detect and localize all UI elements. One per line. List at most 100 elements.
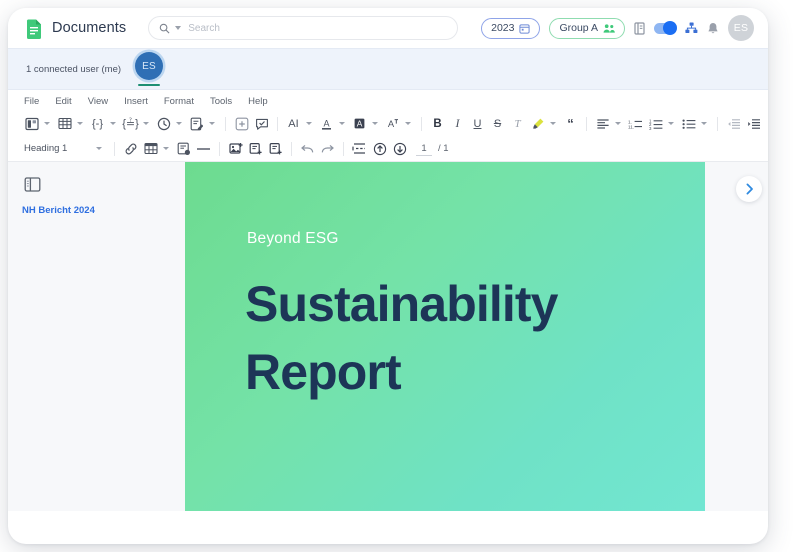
- chevron-down-icon[interactable]: [668, 122, 674, 125]
- year-filter-label: 2023: [491, 22, 514, 34]
- connected-users-label: 1 connected user (me): [26, 64, 121, 75]
- bell-icon[interactable]: [707, 22, 719, 35]
- book-icon[interactable]: [634, 22, 645, 35]
- chevron-down-icon[interactable]: [405, 122, 411, 125]
- page-settings-icon[interactable]: [174, 138, 193, 159]
- top-bar: Documents 2023: [8, 8, 768, 48]
- caret-down-icon[interactable]: [175, 26, 181, 30]
- toolbar-separator: [421, 117, 422, 131]
- blockquote-icon[interactable]: “: [561, 113, 580, 134]
- italic-label: I: [456, 116, 460, 131]
- italic-icon[interactable]: I: [448, 113, 467, 134]
- year-filter-pill[interactable]: 2023: [481, 18, 540, 39]
- cover-title-line-1: Sustainability: [245, 270, 557, 338]
- paragraph-style-value: Heading 1: [24, 143, 67, 154]
- connected-user-avatar[interactable]: ES: [135, 52, 163, 86]
- underline-icon[interactable]: U: [468, 113, 487, 134]
- menu-item-edit[interactable]: Edit: [55, 96, 71, 107]
- search-icon: [159, 23, 170, 34]
- menu-item-view[interactable]: View: [88, 96, 108, 107]
- org-chart-icon[interactable]: [685, 22, 698, 34]
- align-left-icon[interactable]: [593, 113, 612, 134]
- chevron-down-icon[interactable]: [143, 122, 149, 125]
- avatar[interactable]: ES: [728, 15, 754, 41]
- chevron-down-icon[interactable]: [110, 122, 116, 125]
- search-box[interactable]: [148, 16, 458, 40]
- next-page-button[interactable]: [736, 176, 762, 202]
- redo-icon[interactable]: [318, 138, 337, 159]
- chevron-down-icon[interactable]: [615, 122, 621, 125]
- font-style-icon[interactable]: A: [383, 113, 402, 134]
- side-panel-toggle-icon[interactable]: [22, 174, 43, 195]
- ai-icon[interactable]: AI: [284, 113, 303, 134]
- menu-item-insert[interactable]: Insert: [124, 96, 148, 107]
- paragraph-style-select[interactable]: Heading 1: [22, 139, 108, 158]
- brand-title: Documents: [52, 20, 126, 36]
- document-canvas: Beyond ESG Sustainability Report: [130, 162, 768, 511]
- chevron-down-icon[interactable]: [163, 147, 169, 150]
- horizontal-rule-icon[interactable]: [194, 138, 213, 159]
- highlight-color-icon[interactable]: A: [350, 113, 369, 134]
- document-edit-icon[interactable]: [187, 113, 206, 134]
- chevron-right-icon: [745, 183, 754, 195]
- code-braces-icon[interactable]: {-}: [88, 113, 107, 134]
- chevron-down-icon[interactable]: [44, 122, 50, 125]
- layout-blocks-icon[interactable]: [22, 113, 41, 134]
- connected-user-initials: ES: [135, 52, 163, 80]
- indent-increase-icon[interactable]: [744, 113, 763, 134]
- menu-item-tools[interactable]: Tools: [210, 96, 232, 107]
- page-break-icon[interactable]: [350, 138, 369, 159]
- duplicate-page-icon[interactable]: [246, 138, 265, 159]
- chevron-down-icon[interactable]: [209, 122, 215, 125]
- menu-item-format[interactable]: Format: [164, 96, 194, 107]
- numbered-list-icon[interactable]: 1 2 3: [646, 113, 665, 134]
- table-icon[interactable]: [55, 113, 74, 134]
- highlighter-pen-icon[interactable]: [528, 113, 547, 134]
- cover-title: Sustainability Report: [245, 270, 557, 406]
- add-page-icon[interactable]: [266, 138, 285, 159]
- menu-item-help[interactable]: Help: [248, 96, 268, 107]
- toggle-switch[interactable]: [654, 23, 676, 34]
- link-icon[interactable]: [121, 138, 140, 159]
- add-box-icon[interactable]: [232, 113, 251, 134]
- insert-table-icon[interactable]: [141, 138, 160, 159]
- line-spacing-icon[interactable]: 1. 11.: [626, 113, 645, 134]
- history-clock-icon[interactable]: [154, 113, 173, 134]
- bold-icon[interactable]: B: [428, 113, 447, 134]
- document-page[interactable]: Beyond ESG Sustainability Report: [185, 162, 705, 511]
- svg-text:A: A: [323, 118, 329, 128]
- document-logo-icon: [26, 18, 43, 39]
- chevron-down-icon[interactable]: [306, 122, 312, 125]
- toolbar-separator: [219, 142, 220, 156]
- group-filter-pill[interactable]: Group A: [549, 18, 625, 39]
- chevron-down-icon[interactable]: [77, 122, 83, 125]
- people-group-icon: [603, 23, 615, 34]
- blockquote-label: “: [567, 116, 574, 131]
- document-name-link[interactable]: NH Bericht 2024: [22, 205, 120, 216]
- chevron-down-icon[interactable]: [550, 122, 556, 125]
- svg-text:A: A: [388, 118, 395, 129]
- braces-variable-icon[interactable]: {≟}: [121, 113, 140, 134]
- chevron-down-icon[interactable]: [176, 122, 182, 125]
- chevron-down-icon[interactable]: [96, 147, 102, 150]
- undo-icon[interactable]: [298, 138, 317, 159]
- page-number-input[interactable]: [416, 142, 432, 156]
- text-color-icon[interactable]: A: [317, 113, 336, 134]
- search-input[interactable]: [186, 22, 447, 35]
- chevron-down-icon[interactable]: [339, 122, 345, 125]
- comment-check-icon[interactable]: [252, 113, 271, 134]
- move-up-icon[interactable]: [370, 138, 389, 159]
- side-panel: NH Bericht 2024: [8, 162, 130, 511]
- chevron-down-icon[interactable]: [372, 122, 378, 125]
- toolbar-row-1: {-} {≟}: [8, 111, 768, 136]
- chevron-down-icon[interactable]: [701, 122, 707, 125]
- strikethrough-icon[interactable]: S: [488, 113, 507, 134]
- svg-text:A: A: [357, 118, 363, 128]
- brand[interactable]: Documents: [26, 18, 126, 39]
- menu-item-file[interactable]: File: [24, 96, 39, 107]
- indent-decrease-icon[interactable]: [724, 113, 743, 134]
- move-down-icon[interactable]: [390, 138, 409, 159]
- clear-formatting-icon[interactable]: T: [508, 113, 527, 134]
- bullet-list-icon[interactable]: [679, 113, 698, 134]
- insert-image-icon[interactable]: [226, 138, 245, 159]
